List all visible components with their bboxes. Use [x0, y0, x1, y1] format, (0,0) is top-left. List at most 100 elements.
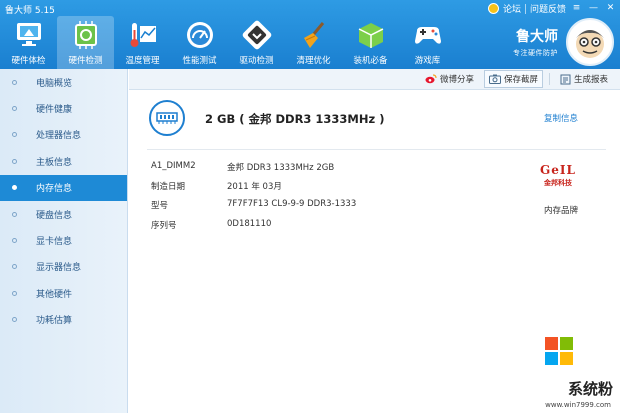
- speedometer-icon: [184, 19, 216, 51]
- bullet-icon: [12, 106, 17, 112]
- spec-value-model: 7F7F7F13 CL9-9-9 DDR3-1333: [227, 199, 357, 209]
- app-title: 鲁大师 5.15: [5, 6, 55, 16]
- brand: 鲁大师 专注硬件防护: [513, 26, 558, 58]
- logo-line2: 金邦科技: [544, 177, 572, 187]
- watermark: 系统粉 www.win7999.com: [535, 337, 617, 411]
- nav-temperature[interactable]: 温度管理: [114, 16, 171, 69]
- watermark-text: 系统粉: [567, 380, 613, 398]
- bullet-icon: [12, 264, 17, 270]
- nav-label: 装机必备: [353, 56, 388, 66]
- forum-link[interactable]: 论坛: [503, 2, 521, 15]
- weibo-icon: [425, 74, 437, 84]
- divider: [524, 3, 526, 14]
- sidebar-item-motherboard[interactable]: 主板信息: [0, 148, 127, 174]
- bullet-icon: [12, 79, 17, 85]
- sidebar-item-label: 显示器信息: [36, 263, 82, 274]
- nav-label: 硬件检测: [68, 56, 103, 66]
- spec-value-slot: 金邦 DDR3 1333MHz 2GB: [227, 163, 335, 173]
- weibo-share-label: 微博分享: [439, 75, 474, 85]
- save-screenshot-label: 保存截屏: [503, 75, 538, 85]
- bullet-icon: [12, 185, 17, 191]
- logo-line1: GeIL: [540, 162, 576, 177]
- divider: [147, 149, 606, 150]
- spec-label-date: 制造日期: [151, 182, 186, 192]
- spec-label-slot: A1_DIMM2: [151, 161, 196, 171]
- sidebar-item-label: 其他硬件: [36, 289, 73, 300]
- spec-value-serial: 0D181110: [227, 219, 272, 229]
- content-toolbar: 微博分享 保存截屏 生成报表: [129, 69, 620, 90]
- sidebar-item-pc-overview[interactable]: 电脑概览: [0, 69, 127, 95]
- nav-essentials[interactable]: 装机必备: [342, 16, 399, 69]
- mascot-avatar[interactable]: [566, 18, 614, 66]
- bullet-icon: [12, 211, 17, 217]
- sidebar-item-memory[interactable]: 内存信息: [0, 174, 127, 201]
- top-bar: 鲁大师 5.15 论坛 问题反馈 ≡ — ✕ 硬件体检 硬件检测 温度管理 性能…: [0, 0, 620, 69]
- camera-icon: [488, 74, 501, 84]
- bullet-icon: [12, 132, 17, 138]
- spec-label-serial: 序列号: [151, 221, 177, 231]
- nav-label: 游戏库: [414, 56, 441, 66]
- geil-brand-logo: GeIL 金邦科技: [536, 159, 580, 191]
- sidebar-item-power-estimate[interactable]: 功耗估算: [0, 307, 127, 333]
- sidebar-item-label: 电脑概览: [36, 78, 73, 89]
- report-icon: [560, 74, 571, 84]
- generate-report-label: 生成报表: [573, 75, 608, 85]
- nav-hardware-detect[interactable]: 硬件检测: [57, 16, 114, 69]
- nav-cleanup[interactable]: 清理优化: [285, 16, 342, 69]
- sidebar-item-graphics[interactable]: 显卡信息: [0, 227, 127, 253]
- brand-slogan: 专注硬件防护: [513, 49, 558, 57]
- minimize-icon[interactable]: —: [587, 3, 600, 14]
- watermark-url: www.win7999.com: [545, 401, 611, 409]
- brand-name: 鲁大师: [516, 29, 558, 45]
- nav-hardware-checkup[interactable]: 硬件体检: [0, 16, 57, 69]
- menu-icon[interactable]: ≡: [570, 3, 583, 14]
- sidebar-item-label: 显卡信息: [36, 237, 73, 248]
- bullet-icon: [12, 158, 17, 164]
- spec-label-model: 型号: [151, 201, 169, 211]
- sidebar-item-label: 内存信息: [36, 184, 73, 195]
- divider: [548, 73, 550, 85]
- package-box-icon: [355, 19, 387, 51]
- windows-logo-icon: [545, 337, 573, 365]
- bullet-icon: [12, 238, 17, 244]
- sidebar-item-label: 硬盘信息: [36, 210, 73, 221]
- sidebar-item-label: 功耗估算: [36, 316, 73, 327]
- memory-title: 2 GB ( 金邦 DDR3 1333MHz ): [205, 112, 385, 126]
- nav-label: 清理优化: [296, 56, 331, 66]
- copy-info-link[interactable]: 复制信息: [544, 112, 578, 124]
- generate-report-button[interactable]: 生成报表: [556, 71, 612, 87]
- sidebar-item-other-hardware[interactable]: 其他硬件: [0, 280, 127, 306]
- sidebar-item-processor[interactable]: 处理器信息: [0, 122, 127, 148]
- spec-value-date: 2011 年 03月: [227, 182, 282, 192]
- memory-info-panel: 2 GB ( 金邦 DDR3 1333MHz ) 复制信息 A1_DIMM2 金…: [129, 91, 620, 413]
- bullet-icon: [12, 290, 17, 296]
- memory-module-icon: [149, 100, 185, 136]
- save-screenshot-button[interactable]: 保存截屏: [483, 70, 543, 88]
- window-controls: 论坛 问题反馈 ≡ — ✕: [487, 2, 617, 15]
- gamepad-icon: [412, 19, 444, 51]
- close-icon[interactable]: ✕: [604, 3, 617, 14]
- sidebar-item-harddisk[interactable]: 硬盘信息: [0, 201, 127, 227]
- brand-caption: 内存品牌: [543, 206, 578, 216]
- sidebar-item-label: 主板信息: [36, 157, 73, 168]
- thermometer-icon: [127, 19, 159, 51]
- bullet-icon: [12, 317, 17, 323]
- main-nav: 硬件体检 硬件检测 温度管理 性能测试 驱动检测 清理优化 装机必备 游戏库: [0, 16, 456, 69]
- coin-icon[interactable]: [487, 3, 499, 14]
- sidebar-item-hardware-health[interactable]: 硬件健康: [0, 95, 127, 121]
- sidebar-item-label: 硬件健康: [36, 105, 73, 116]
- nav-label: 温度管理: [125, 56, 160, 66]
- sidebar-item-label: 处理器信息: [36, 131, 82, 142]
- monitor-icon: [13, 19, 45, 51]
- nav-driver[interactable]: 驱动检测: [228, 16, 285, 69]
- nav-performance[interactable]: 性能测试: [171, 16, 228, 69]
- sidebar-item-monitor[interactable]: 显示器信息: [0, 254, 127, 280]
- sidebar: 电脑概览 硬件健康 处理器信息 主板信息 内存信息 硬盘信息 显卡信息 显示器信…: [0, 69, 128, 413]
- weibo-share-button[interactable]: 微博分享: [421, 71, 478, 87]
- feedback-link[interactable]: 问题反馈: [530, 2, 566, 15]
- broom-icon: [298, 19, 330, 51]
- nav-label: 硬件体检: [11, 56, 46, 66]
- nav-label: 性能测试: [182, 56, 217, 66]
- nav-label: 驱动检测: [239, 56, 274, 66]
- nav-games[interactable]: 游戏库: [399, 16, 456, 69]
